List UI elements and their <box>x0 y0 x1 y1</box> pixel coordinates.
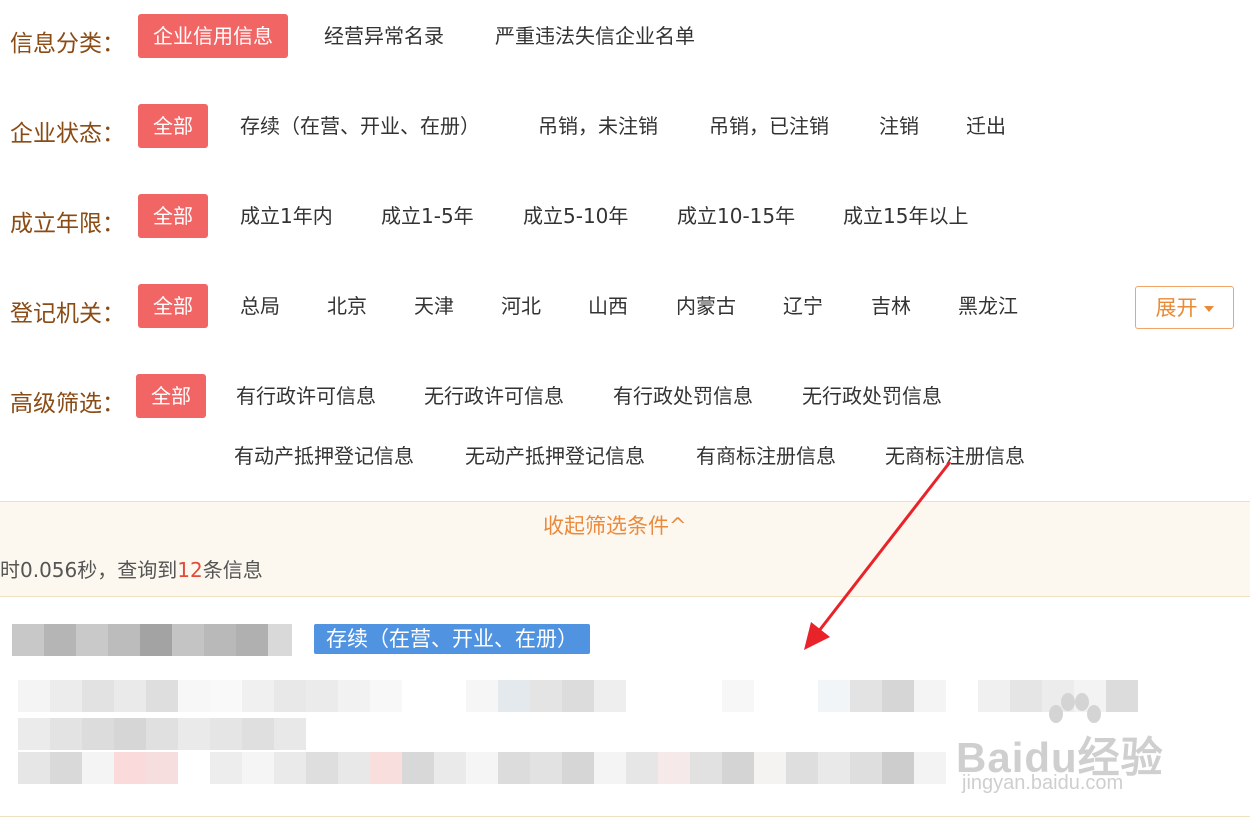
watermark-url: jingyan.baidu.com <box>962 772 1124 794</box>
